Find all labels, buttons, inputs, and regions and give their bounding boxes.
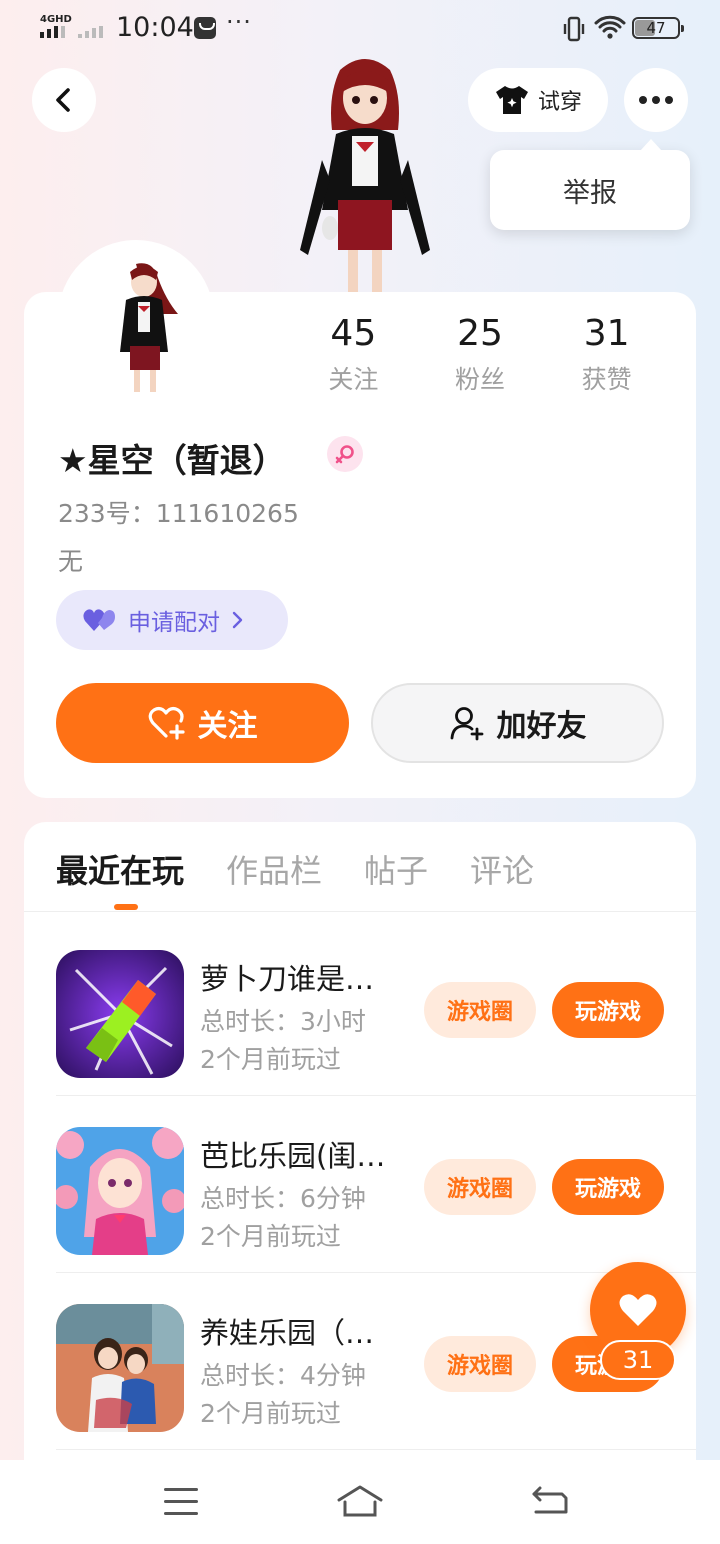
request-pair-button[interactable]: 申请配对: [56, 590, 288, 650]
report-menu-item[interactable]: 举报: [490, 139, 690, 230]
home-icon[interactable]: [336, 1484, 384, 1518]
vibrate-icon: [563, 16, 585, 42]
system-nav-bar: [0, 1460, 720, 1544]
row-divider: [56, 1449, 696, 1450]
game-circle-button[interactable]: 游戏圈: [424, 1159, 536, 1215]
add-friend-label: 加好友: [496, 709, 587, 744]
heart-icon: [619, 1294, 657, 1326]
play-game-button[interactable]: 玩游戏: [552, 982, 664, 1038]
game-name: 养娃乐园（…: [200, 1316, 375, 1350]
chevron-right-icon: [232, 611, 243, 629]
stat-likes[interactable]: 31 获赞: [543, 312, 670, 396]
game-duration: 总时长：3小时: [200, 1007, 366, 1036]
more-notifications: ···: [226, 8, 252, 36]
clock: 10:04: [116, 12, 194, 43]
tshirt-icon: [495, 86, 528, 114]
add-user-icon: [450, 707, 483, 741]
network-type: 4GHD: [40, 14, 72, 25]
row-divider: [56, 1095, 696, 1096]
game-last-played: 2个月前玩过: [200, 1222, 341, 1251]
signal-icon: [40, 26, 65, 38]
active-tab-indicator: [114, 904, 138, 910]
game-list-item[interactable]: 芭比乐园(闺… 总时长：6分钟 2个月前玩过 游戏圈 玩游戏: [56, 1097, 696, 1273]
tab-posts[interactable]: 帖子: [364, 846, 428, 892]
family-game-icon: [56, 1304, 184, 1432]
game-last-played: 2个月前玩过: [200, 1399, 341, 1428]
double-heart-icon: [83, 609, 115, 631]
anime-girl-game-icon: [56, 1127, 184, 1255]
female-gender-icon: [327, 436, 363, 472]
message-icon: [194, 17, 216, 39]
try-on-label: 试穿: [537, 90, 582, 115]
recent-apps-button[interactable]: [164, 1488, 198, 1524]
try-on-button[interactable]: 试穿: [468, 68, 608, 132]
game-last-played: 2个月前玩过: [200, 1045, 341, 1074]
follow-button[interactable]: 关注: [56, 683, 349, 763]
like-count-badge: 31: [600, 1340, 676, 1380]
tabs-divider: [24, 911, 696, 912]
wifi-icon: [594, 15, 626, 39]
tab-comments[interactable]: 评论: [470, 846, 534, 892]
following-count: 45: [330, 313, 377, 354]
back-button[interactable]: [32, 68, 96, 132]
tab-recently-played[interactable]: 最近在玩: [56, 846, 184, 892]
profile-stats: 45 关注 25 粉丝 31 获赞: [290, 312, 670, 396]
status-bar: 4GHD 10:04 ··· 47: [0, 0, 720, 56]
game-name: 芭比乐园(闺…: [200, 1139, 386, 1173]
heart-plus-icon: [148, 706, 185, 740]
avatar-3d-figure: [300, 59, 430, 292]
add-friend-button[interactable]: 加好友: [371, 683, 664, 763]
game-duration: 总时长：4分钟: [200, 1361, 366, 1390]
chevron-left-icon: [56, 88, 70, 112]
play-game-button[interactable]: 玩游戏: [552, 1159, 664, 1215]
username: ★星空（暂退）: [58, 441, 286, 480]
signal-2-icon: [78, 26, 103, 38]
back-nav-icon[interactable]: [530, 1486, 570, 1518]
game-circle-button[interactable]: 游戏圈: [424, 1336, 536, 1392]
user-bio: 无: [58, 547, 84, 576]
more-options-button[interactable]: [624, 68, 688, 132]
profile-tabs: 最近在玩 作品栏 帖子 评论: [56, 846, 576, 892]
knife-game-icon: [56, 950, 184, 1078]
following-label: 关注: [328, 365, 379, 394]
game-duration: 总时长：6分钟: [200, 1184, 366, 1213]
game-list-item[interactable]: 萝卜刀谁是… 总时长：3小时 2个月前玩过 游戏圈 玩游戏: [56, 920, 696, 1096]
row-divider: [56, 1272, 696, 1273]
request-pair-label: 申请配对: [128, 610, 220, 636]
stat-followers[interactable]: 25 粉丝: [417, 312, 544, 396]
followers-label: 粉丝: [455, 365, 506, 394]
followers-count: 25: [457, 313, 503, 354]
avatar-figure: [120, 263, 178, 392]
game-name: 萝卜刀谁是…: [200, 962, 375, 996]
likes-count: 31: [583, 313, 630, 354]
user-id: 233号：111610265: [58, 499, 299, 528]
follow-label: 关注: [197, 709, 258, 744]
tab-works[interactable]: 作品栏: [226, 846, 322, 892]
game-circle-button[interactable]: 游戏圈: [424, 982, 536, 1038]
likes-label: 获赞: [581, 365, 632, 394]
avatar[interactable]: [58, 240, 214, 396]
stat-following[interactable]: 45 关注: [290, 312, 417, 396]
battery-icon: 47: [632, 17, 684, 39]
